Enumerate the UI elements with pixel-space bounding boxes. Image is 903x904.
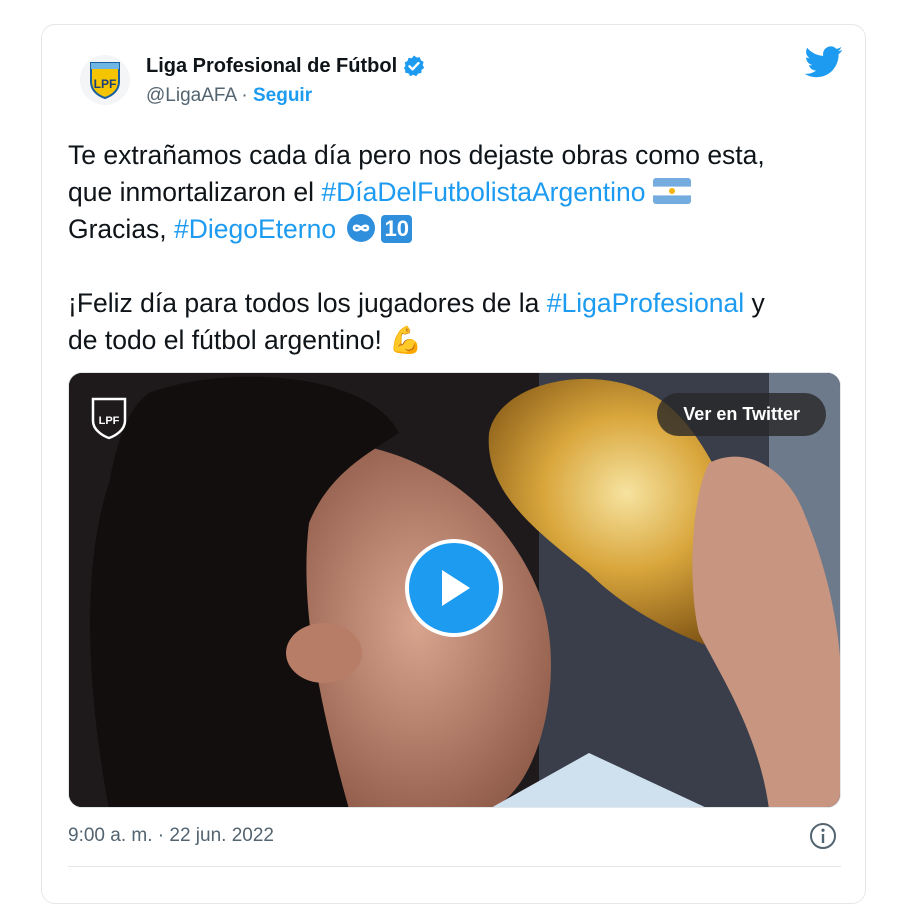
verified-badge-icon bbox=[404, 55, 425, 77]
tweet-timestamp[interactable]: 9:00 a. m. · 22 jun. 2022 bbox=[68, 825, 274, 847]
keycap-10-icon: 10 bbox=[381, 215, 412, 243]
handle-separator: · bbox=[236, 85, 253, 106]
account-handle-row: @LigaAFA · Seguir bbox=[146, 85, 312, 107]
follow-button[interactable]: Seguir bbox=[253, 85, 312, 106]
tweet-para2-mid: y bbox=[744, 288, 765, 318]
play-button[interactable] bbox=[405, 539, 503, 637]
lpf-logo-icon: LPF bbox=[90, 62, 120, 100]
hashtag-dia-del-futbolista[interactable]: #DíaDelFutbolistaArgentino bbox=[321, 177, 645, 207]
svg-text:LPF: LPF bbox=[94, 77, 117, 91]
divider bbox=[68, 866, 841, 867]
account-name[interactable]: Liga Profesional de Fútbol bbox=[146, 55, 397, 78]
account-handle[interactable]: @LigaAFA bbox=[146, 85, 236, 106]
video-media[interactable]: LPF Ver en Twitter bbox=[68, 372, 841, 808]
tweet-line-3-text: Gracias, bbox=[68, 214, 175, 244]
tweet-para2-line2: de todo el fútbol argentino! bbox=[68, 325, 390, 355]
tweet-para2-text: ¡Feliz día para todos los jugadores de l… bbox=[68, 288, 547, 318]
twitter-logo-icon[interactable] bbox=[804, 46, 843, 83]
watch-on-twitter-button[interactable]: Ver en Twitter bbox=[657, 393, 826, 436]
play-icon bbox=[442, 570, 470, 606]
tweet-text: Te extrañamos cada día pero nos dejaste … bbox=[68, 137, 858, 359]
argentina-flag-icon bbox=[652, 178, 691, 204]
flexed-biceps-emoji: 💪 bbox=[389, 325, 423, 355]
account-avatar[interactable]: LPF bbox=[80, 55, 130, 105]
tweet-line-1: Te extrañamos cada día pero nos dejaste … bbox=[68, 140, 765, 170]
tweet-line-2-text: que inmortalizaron el bbox=[68, 177, 322, 207]
infinity-icon bbox=[347, 214, 376, 242]
info-icon[interactable] bbox=[809, 822, 837, 855]
svg-text:LPF: LPF bbox=[99, 415, 120, 427]
hashtag-diego-eterno[interactable]: #DiegoEterno bbox=[174, 214, 336, 244]
hashtag-liga-profesional[interactable]: #LigaProfesional bbox=[547, 288, 744, 318]
account-name-row[interactable]: Liga Profesional de Fútbol bbox=[146, 54, 426, 78]
